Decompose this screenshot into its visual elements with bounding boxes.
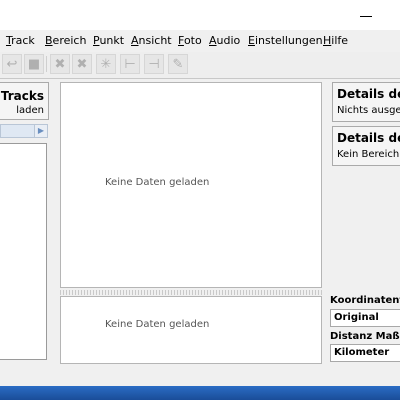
menu-ansicht[interactable]: Ansicht: [131, 34, 172, 47]
details-panel: Details des Nichts ausgew Details der Ke…: [328, 80, 400, 364]
point-details-title: Details des: [337, 87, 400, 101]
taskbar: [0, 386, 400, 400]
range-start-icon[interactable]: ⊢: [120, 54, 140, 74]
profile-empty-message: Keine Daten geladen: [105, 319, 210, 330]
tracks-title: e Tracks: [0, 89, 44, 103]
menu-punkt[interactable]: Punkt: [93, 34, 124, 47]
scroll-right-icon[interactable]: ▶: [34, 125, 47, 137]
splitter[interactable]: [60, 290, 322, 295]
range-end-icon[interactable]: ⊣: [144, 54, 164, 74]
distance-unit-label: Distanz Maßein: [330, 331, 400, 342]
horizontal-scrollbar[interactable]: ▶: [0, 124, 48, 138]
menu-hilfe[interactable]: Hilfe: [323, 34, 348, 47]
range-details-box: Details der Kein Bereich: [332, 126, 400, 166]
menu-einstellungen[interactable]: Einstellungen: [248, 34, 323, 47]
menu-bar: Track Bereich Punkt Ansicht Foto Audio E…: [0, 30, 400, 52]
coordinate-format-label: Koordinatenfor: [330, 295, 400, 306]
profile-view[interactable]: Keine Daten geladen: [60, 296, 322, 364]
menu-audio[interactable]: Audio: [209, 34, 240, 47]
range-details-title: Details der: [337, 131, 400, 145]
distance-unit-select[interactable]: Kilometer: [330, 344, 400, 362]
toolbar-separator: [46, 56, 47, 72]
undo-icon[interactable]: ↩: [2, 54, 22, 74]
tracks-box: e Tracks laden: [0, 82, 49, 120]
toolbar: ↩ ■ ✖ ✖ ✳ ⊢ ⊣ ✎: [0, 52, 400, 79]
title-bar: [0, 0, 400, 30]
track-list[interactable]: [0, 143, 47, 360]
delete-point-icon[interactable]: ✖: [50, 54, 70, 74]
map-empty-message: Keine Daten geladen: [105, 177, 210, 188]
sparkle-icon[interactable]: ✳: [96, 54, 116, 74]
menu-track[interactable]: Track: [6, 34, 35, 47]
coordinate-format-select[interactable]: Original: [330, 309, 400, 327]
delete-range-icon[interactable]: ✖: [72, 54, 92, 74]
point-details-box: Details des Nichts ausgew: [332, 82, 400, 122]
stop-icon[interactable]: ■: [24, 54, 44, 74]
menu-bereich[interactable]: Bereich: [45, 34, 86, 47]
center-area: Keine Daten geladen Keine Daten geladen: [58, 80, 324, 364]
range-details-status: Kein Bereich: [337, 149, 400, 160]
menu-foto[interactable]: Foto: [178, 34, 202, 47]
track-panel: e Tracks laden ▶: [0, 80, 50, 364]
point-details-status: Nichts ausgew: [337, 105, 400, 116]
edit-icon[interactable]: ✎: [168, 54, 188, 74]
minimize-button[interactable]: [360, 16, 372, 17]
map-view[interactable]: Keine Daten geladen: [60, 82, 322, 288]
app-window: Track Bereich Punkt Ansicht Foto Audio E…: [0, 0, 400, 386]
tracks-subtitle: laden: [16, 105, 44, 116]
